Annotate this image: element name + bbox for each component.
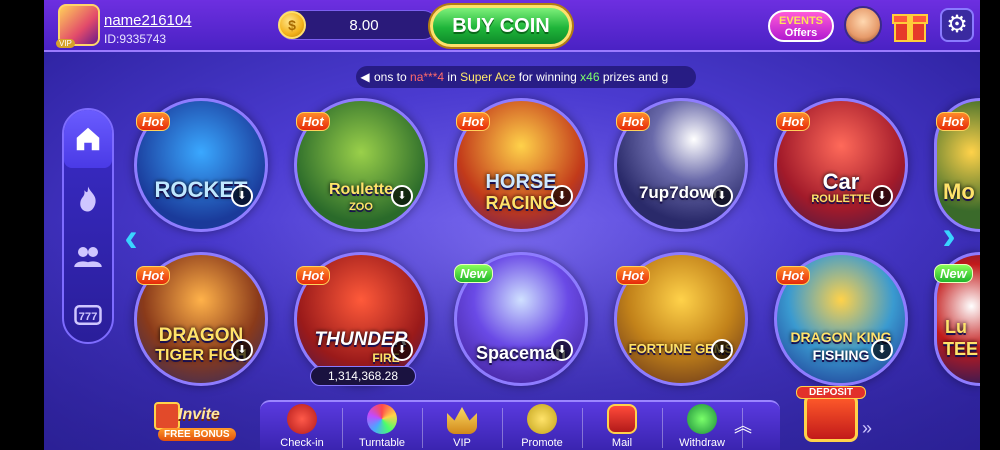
invite-free-bonus-button[interactable]: Invite FREE BONUS	[148, 392, 244, 442]
avatar[interactable]: VIP	[56, 4, 100, 48]
hot-badge: Hot	[616, 266, 650, 285]
download-icon: ⬇	[231, 185, 253, 207]
slots-777-icon[interactable]: 777	[64, 286, 112, 344]
scroll-left-arrow-icon[interactable]: ‹	[116, 218, 146, 258]
withdraw-button[interactable]: Withdraw	[664, 402, 740, 450]
svg-text:777: 777	[79, 311, 98, 323]
events-offers-button[interactable]: EVENTS Offers	[768, 10, 834, 42]
category-sidebar: 777	[62, 108, 114, 344]
withdraw-money-icon	[687, 404, 717, 434]
ticker-text: in	[444, 70, 461, 84]
bottom-nav-bar: Check-in Turntable VIP Promote Mail With…	[260, 400, 780, 450]
hot-badge: Hot	[296, 266, 330, 285]
home-icon[interactable]	[64, 110, 112, 168]
check-in-button[interactable]: Check-in	[264, 402, 340, 450]
free-bonus-label: FREE BONUS	[158, 428, 236, 441]
vip-badge: VIP	[56, 39, 75, 48]
hot-badge: Hot	[296, 112, 330, 131]
deposit-label: DEPOSIT	[796, 386, 866, 399]
multiplayer-icon[interactable]	[64, 228, 112, 286]
ticker-text: prizes and g	[599, 70, 669, 84]
check-in-icon	[287, 404, 317, 434]
winner-ticker: ◀ ons to na***4 in Super Ace for winning …	[356, 66, 696, 88]
download-icon: ⬇	[551, 339, 573, 361]
nav-label: Turntable	[358, 437, 406, 449]
ticker-multiplier: x46	[580, 70, 600, 84]
download-icon: ⬇	[391, 339, 413, 361]
download-icon: ⬇	[871, 185, 893, 207]
ticker-game: Super Ace	[460, 70, 516, 84]
ticker-user: na***4	[410, 70, 445, 84]
turntable-wheel-icon	[367, 404, 397, 434]
promote-button[interactable]: Promote	[504, 402, 580, 450]
username[interactable]: name216104	[104, 12, 192, 29]
download-icon: ⬇	[391, 185, 413, 207]
invite-label: Invite	[178, 406, 220, 423]
game-lobby-screen: VIP name216104 ID:9335743 $ 8.00 BUY COI…	[44, 0, 980, 450]
customer-support-icon[interactable]	[844, 6, 882, 44]
hot-badge: Hot	[776, 266, 810, 285]
promote-coins-icon	[527, 404, 557, 434]
hot-badge: Hot	[776, 112, 810, 131]
user-id: ID:9335743	[104, 32, 167, 46]
coin-balance: 8.00	[349, 17, 379, 34]
hot-badge: Hot	[936, 112, 970, 131]
nav-label: VIP	[453, 437, 471, 449]
hot-badge: Hot	[136, 266, 170, 285]
game-subtitle: TEE	[943, 339, 979, 359]
nav-label: Promote	[521, 437, 563, 449]
deposit-arrows-icon: »	[862, 418, 873, 438]
mail-button[interactable]: Mail	[584, 402, 660, 450]
gift-icon[interactable]	[892, 6, 928, 44]
offers-label: Offers	[784, 27, 818, 39]
chevron-up-icon[interactable]: ︽	[734, 412, 752, 438]
coin-icon: $	[278, 11, 306, 39]
game-title: Mo	[943, 179, 975, 204]
top-bar: VIP name216104 ID:9335743 $ 8.00 BUY COI…	[44, 0, 980, 52]
jackpot-amount: 1,314,368.28	[310, 366, 416, 386]
vip-button[interactable]: VIP	[424, 402, 500, 450]
turntable-button[interactable]: Turntable	[344, 402, 420, 450]
download-icon: ⬇	[551, 185, 573, 207]
download-icon: ⬇	[711, 339, 733, 361]
mail-envelope-icon	[607, 404, 637, 434]
speaker-icon: ◀	[360, 70, 370, 84]
nav-label: Withdraw	[679, 437, 725, 449]
deposit-button[interactable]: DEPOSIT »	[796, 384, 872, 446]
nav-label: Check-in	[280, 437, 324, 449]
download-icon: ⬇	[231, 339, 253, 361]
ticker-text: for winning	[515, 70, 581, 84]
download-icon: ⬇	[711, 185, 733, 207]
buy-coin-button[interactable]: BUY COIN	[430, 5, 572, 47]
hot-badge: Hot	[616, 112, 650, 131]
new-badge: New	[454, 264, 493, 283]
events-label: EVENTS	[778, 15, 823, 27]
game-title: Lu	[945, 317, 967, 337]
nav-label: Mail	[611, 437, 633, 449]
invite-gift-icon	[154, 402, 180, 430]
hot-fire-icon[interactable]	[64, 170, 112, 228]
hot-badge: Hot	[456, 112, 490, 131]
hot-badge: Hot	[136, 112, 170, 131]
new-badge: New	[934, 264, 973, 283]
ticker-text: ons to	[374, 70, 411, 84]
deposit-slot-machine-icon	[804, 394, 858, 442]
download-icon: ⬇	[871, 339, 893, 361]
vip-crown-icon	[447, 407, 477, 434]
settings-gear-icon[interactable]: ⚙	[940, 8, 974, 42]
